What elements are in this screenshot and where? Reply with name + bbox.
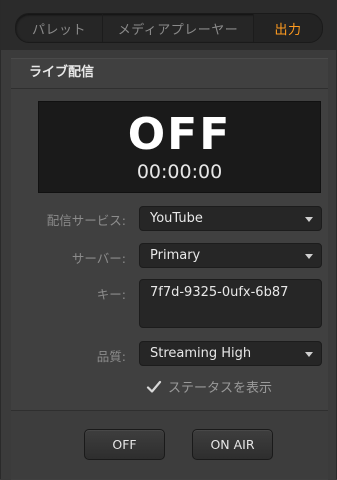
tab-group: パレット メディアプレーヤー 出力: [15, 13, 323, 43]
chevron-down-icon: [305, 352, 313, 357]
show-status-label: ステータスを表示: [168, 381, 273, 396]
server-dropdown[interactable]: Primary: [139, 243, 322, 268]
quality-dropdown[interactable]: Streaming High: [139, 341, 322, 366]
tab-palette[interactable]: パレット: [16, 14, 103, 42]
tab-output[interactable]: 出力: [254, 14, 322, 42]
button-area: [11, 411, 328, 479]
off-button[interactable]: OFF: [84, 429, 165, 460]
section-title: ライブ配信: [29, 65, 95, 80]
tab-media-player[interactable]: メディアプレーヤー: [103, 14, 254, 42]
stream-status-display: OFF 00:00:00: [38, 101, 321, 193]
service-label: 配信サービス:: [46, 213, 126, 228]
server-label: サーバー:: [71, 251, 126, 266]
server-value: Primary: [150, 248, 201, 263]
show-status-checkbox[interactable]: ステータスを表示: [146, 377, 272, 396]
tab-bar: パレット メディアプレーヤー 出力: [1, 0, 337, 50]
service-value: YouTube: [150, 211, 203, 226]
chevron-down-icon: [305, 254, 313, 259]
quality-value: Streaming High: [150, 346, 252, 361]
output-panel: パレット メディアプレーヤー 出力 ライブ配信 OFF 00:00:00 配信サ…: [0, 0, 337, 480]
stream-status-text: OFF: [127, 109, 232, 160]
key-label: キー:: [96, 287, 126, 302]
divider: [11, 88, 328, 89]
quality-label: 品質:: [96, 349, 126, 364]
service-dropdown[interactable]: YouTube: [139, 206, 322, 231]
stream-key-field[interactable]: 7f7d-9325-0ufx-6b87: [139, 279, 322, 328]
chevron-down-icon: [305, 217, 313, 222]
stream-timer: 00:00:00: [136, 161, 223, 183]
on-air-button[interactable]: ON AIR: [192, 429, 273, 460]
checkmark-icon: [146, 379, 162, 395]
